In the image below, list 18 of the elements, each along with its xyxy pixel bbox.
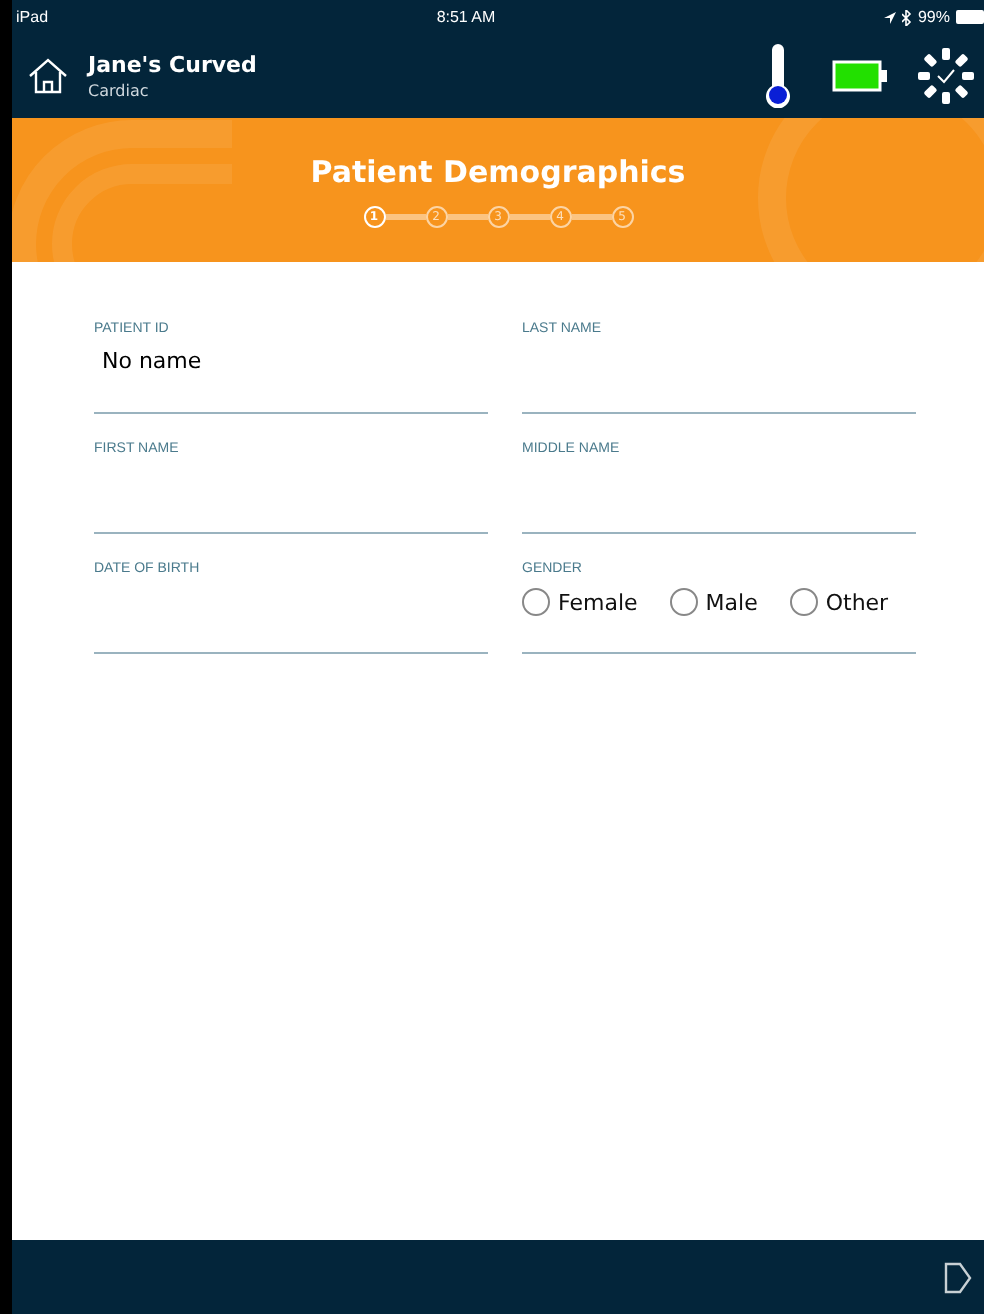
radio-option[interactable]: Other — [789, 588, 889, 616]
department-label: Cardiac — [88, 82, 151, 100]
battery-icon — [955, 10, 984, 24]
next-arrow-icon[interactable] — [944, 1261, 972, 1293]
patient-name: Jane's Curved — [88, 52, 259, 78]
page-title: Patient Demographics — [310, 153, 686, 189]
battery-icon — [832, 60, 888, 92]
battery-percent: 99% — [917, 8, 950, 26]
loading-spinner-icon — [916, 46, 976, 106]
location-icon — [883, 11, 896, 23]
thermometer-icon — [764, 44, 792, 108]
clock: 8:51 AM — [436, 8, 496, 26]
bluetooth-icon — [901, 9, 912, 25]
home-icon[interactable] — [28, 56, 68, 96]
radio-option[interactable]: Female — [522, 588, 638, 616]
text-field[interactable]: No name — [94, 336, 462, 374]
radio-option[interactable]: Male — [669, 588, 758, 616]
device-name: iPad — [16, 8, 49, 26]
